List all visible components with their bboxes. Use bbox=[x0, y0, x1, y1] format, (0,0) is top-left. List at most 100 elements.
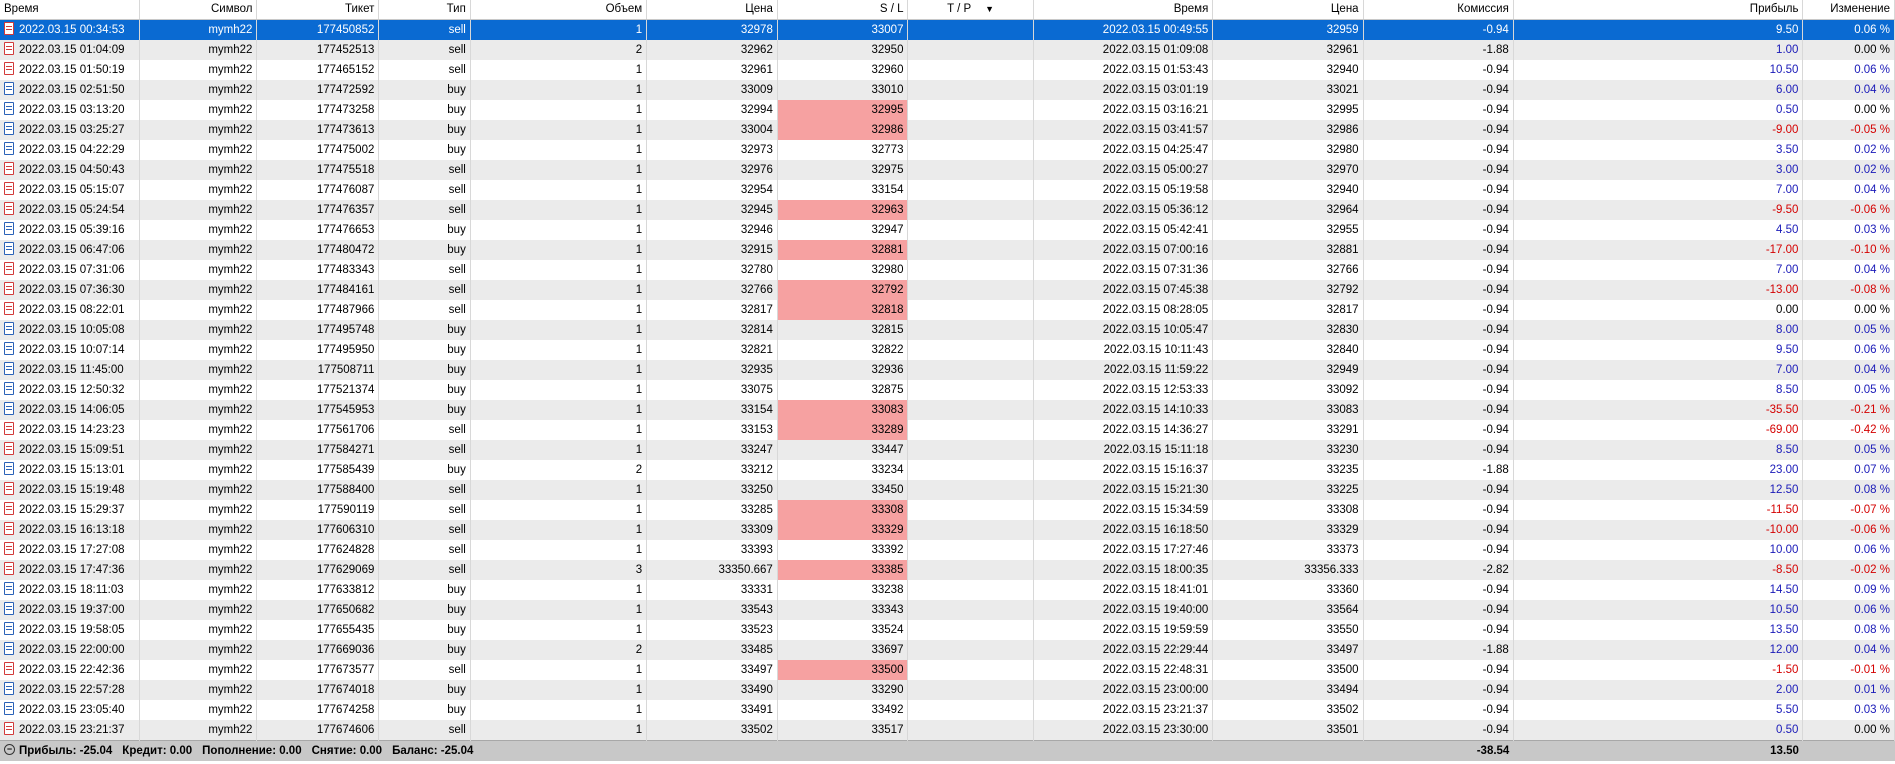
table-row[interactable]: 2022.03.15 00:34:53 mymh22 177450852 sell 1 3… bbox=[0, 19, 1895, 40]
table-row[interactable]: 2022.03.15 10:05:08 mymh22 177495748 buy 1 32… bbox=[0, 320, 1895, 340]
table-row[interactable]: 2022.03.15 15:19:48 mymh22 177588400 sell 1 3… bbox=[0, 480, 1895, 500]
table-row[interactable]: 2022.03.15 01:04:09 mymh22 177452513 sell 2 3… bbox=[0, 40, 1895, 60]
col-open-time[interactable]: Время bbox=[0, 0, 140, 20]
cell-volume: 1 bbox=[470, 600, 648, 620]
cell-close-time: 2022.03.15 05:36:12 bbox=[1033, 200, 1214, 220]
cell-open-time: 2022.03.15 17:47:36 bbox=[0, 560, 140, 580]
table-row[interactable]: 2022.03.15 15:29:37 mymh22 177590119 sell 1 3… bbox=[0, 500, 1895, 520]
cell-close-time: 2022.03.15 15:21:30 bbox=[1033, 480, 1214, 500]
table-row[interactable]: 2022.03.15 22:57:28 mymh22 177674018 buy 1 33… bbox=[0, 680, 1895, 700]
cell-commission: -0.94 bbox=[1363, 180, 1514, 200]
cell-type: buy bbox=[378, 460, 471, 480]
document-icon bbox=[4, 602, 14, 616]
cell-ticket: 177473258 bbox=[256, 100, 380, 120]
cell-close-time: 2022.03.15 11:59:22 bbox=[1033, 360, 1214, 380]
cell-ticket: 177487966 bbox=[256, 300, 380, 320]
table-row[interactable]: 2022.03.15 17:47:36 mymh22 177629069 sell 3 3… bbox=[0, 560, 1895, 580]
col-tp-label: T / P bbox=[947, 3, 972, 15]
table-row[interactable]: 2022.03.15 14:23:23 mymh22 177561706 sell 1 3… bbox=[0, 420, 1895, 440]
cell-change: 0.04 % bbox=[1802, 260, 1895, 280]
table-row[interactable]: 2022.03.15 08:22:01 mymh22 177487966 sell 1 3… bbox=[0, 300, 1895, 320]
col-commission[interactable]: Комиссия bbox=[1363, 0, 1514, 20]
cell-commission: -0.94 bbox=[1363, 660, 1514, 680]
col-change[interactable]: Изменение bbox=[1802, 0, 1895, 20]
document-icon bbox=[4, 262, 14, 276]
table-row[interactable]: 2022.03.15 22:00:00 mymh22 177669036 buy 2 33… bbox=[0, 640, 1895, 660]
table-row[interactable]: 2022.03.15 03:13:20 mymh22 177473258 buy 1 32… bbox=[0, 100, 1895, 120]
col-type[interactable]: Тип bbox=[378, 0, 471, 20]
open-time-text: 2022.03.15 16:13:18 bbox=[19, 524, 125, 536]
summary-withdrawal: Снятие: 0.00 bbox=[311, 745, 383, 757]
cell-change: -0.05 % bbox=[1802, 120, 1895, 140]
cell-close-price: 33564 bbox=[1212, 600, 1364, 620]
cell-sl: 32950 bbox=[777, 40, 909, 60]
cell-open-price: 32814 bbox=[646, 320, 778, 340]
table-row[interactable]: 2022.03.15 07:31:06 mymh22 177483343 sell 1 3… bbox=[0, 260, 1895, 280]
col-volume[interactable]: Объем bbox=[470, 0, 648, 20]
col-symbol[interactable]: Символ bbox=[139, 0, 258, 20]
table-row[interactable]: 2022.03.15 14:06:05 mymh22 177545953 buy 1 33… bbox=[0, 400, 1895, 420]
cell-type: buy bbox=[378, 400, 471, 420]
col-open-price[interactable]: Цена bbox=[646, 0, 778, 20]
col-ticket[interactable]: Тикет bbox=[256, 0, 380, 20]
cell-profit: 3.00 bbox=[1513, 160, 1804, 180]
table-row[interactable]: 2022.03.15 15:13:01 mymh22 177585439 buy 2 33… bbox=[0, 460, 1895, 480]
cell-symbol: mymh22 bbox=[139, 600, 258, 620]
cell-close-time: 2022.03.15 14:10:33 bbox=[1033, 400, 1214, 420]
open-time-text: 2022.03.15 17:47:36 bbox=[19, 564, 125, 576]
document-icon bbox=[4, 102, 14, 116]
cell-sl: 33524 bbox=[777, 620, 909, 640]
cell-tp bbox=[907, 260, 1034, 280]
table-row[interactable]: 2022.03.15 04:22:29 mymh22 177475002 buy 1 32… bbox=[0, 140, 1895, 160]
cell-ticket: 177495748 bbox=[256, 320, 380, 340]
table-row[interactable]: 2022.03.15 11:45:00 mymh22 177508711 buy 1 32… bbox=[0, 360, 1895, 380]
open-time-text: 2022.03.15 19:58:05 bbox=[19, 624, 125, 636]
cell-commission: -0.94 bbox=[1363, 19, 1514, 40]
table-row[interactable]: 2022.03.15 23:05:40 mymh22 177674258 buy 1 33… bbox=[0, 700, 1895, 720]
cell-ticket: 177484161 bbox=[256, 280, 380, 300]
cell-ticket: 177674606 bbox=[256, 720, 380, 741]
cell-close-price: 32961 bbox=[1212, 40, 1364, 60]
col-close-time[interactable]: Время bbox=[1033, 0, 1214, 20]
table-row[interactable]: 2022.03.15 12:50:32 mymh22 177521374 buy 1 33… bbox=[0, 380, 1895, 400]
table-row[interactable]: 2022.03.15 05:24:54 mymh22 177476357 sell 1 3… bbox=[0, 200, 1895, 220]
cell-type: sell bbox=[378, 260, 471, 280]
cell-open-price: 33523 bbox=[646, 620, 778, 640]
cell-sl: 33289 bbox=[777, 420, 909, 440]
table-row[interactable]: 2022.03.15 18:11:03 mymh22 177633812 buy 1 33… bbox=[0, 580, 1895, 600]
table-row[interactable]: 2022.03.15 06:47:06 mymh22 177480472 buy 1 32… bbox=[0, 240, 1895, 260]
cell-change: 0.04 % bbox=[1802, 80, 1895, 100]
table-row[interactable]: 2022.03.15 15:09:51 mymh22 177584271 sell 1 3… bbox=[0, 440, 1895, 460]
table-row[interactable]: 2022.03.15 07:36:30 mymh22 177484161 sell 1 3… bbox=[0, 280, 1895, 300]
table-row[interactable]: 2022.03.15 04:50:43 mymh22 177475518 sell 1 3… bbox=[0, 160, 1895, 180]
table-row[interactable]: 2022.03.15 19:58:05 mymh22 177655435 buy 1 33… bbox=[0, 620, 1895, 640]
col-close-price[interactable]: Цена bbox=[1212, 0, 1364, 20]
table-row[interactable]: 2022.03.15 17:27:08 mymh22 177624828 sell 1 3… bbox=[0, 540, 1895, 560]
table-row[interactable]: 2022.03.15 19:37:00 mymh22 177650682 buy 1 33… bbox=[0, 600, 1895, 620]
open-time-text: 2022.03.15 01:04:09 bbox=[19, 44, 125, 56]
cell-type: buy bbox=[378, 340, 471, 360]
collapse-minus-icon[interactable]: − bbox=[4, 744, 15, 756]
cell-volume: 1 bbox=[470, 340, 648, 360]
col-profit[interactable]: Прибыль bbox=[1513, 0, 1804, 20]
cell-type: buy bbox=[378, 320, 471, 340]
cell-close-price: 32881 bbox=[1212, 240, 1364, 260]
cell-sl: 32875 bbox=[777, 380, 909, 400]
cell-type: sell bbox=[378, 540, 471, 560]
table-row[interactable]: 2022.03.15 10:07:14 mymh22 177495950 buy 1 32… bbox=[0, 340, 1895, 360]
cell-open-price: 33485 bbox=[646, 640, 778, 660]
cell-sl: 33517 bbox=[777, 720, 909, 741]
table-row[interactable]: 2022.03.15 16:13:18 mymh22 177606310 sell 1 3… bbox=[0, 520, 1895, 540]
cell-close-time: 2022.03.15 10:05:47 bbox=[1033, 320, 1214, 340]
table-row[interactable]: 2022.03.15 01:50:19 mymh22 177465152 sell 1 3… bbox=[0, 60, 1895, 80]
table-row[interactable]: 2022.03.15 05:39:16 mymh22 177476653 buy 1 32… bbox=[0, 220, 1895, 240]
table-row[interactable]: 2022.03.15 05:15:07 mymh22 177476087 sell 1 3… bbox=[0, 180, 1895, 200]
cell-change: 0.03 % bbox=[1802, 220, 1895, 240]
cell-close-time: 2022.03.15 00:49:55 bbox=[1033, 19, 1214, 40]
col-sl[interactable]: S / L bbox=[777, 0, 909, 20]
table-row[interactable]: 2022.03.15 23:21:37 mymh22 177674606 sell 1 3… bbox=[0, 720, 1895, 741]
table-row[interactable]: 2022.03.15 22:42:36 mymh22 177673577 sell 1 3… bbox=[0, 660, 1895, 680]
col-tp[interactable]: T / P ▼ bbox=[907, 0, 1034, 20]
table-row[interactable]: 2022.03.15 03:25:27 mymh22 177473613 buy 1 33… bbox=[0, 120, 1895, 140]
table-row[interactable]: 2022.03.15 02:51:50 mymh22 177472592 buy 1 33… bbox=[0, 80, 1895, 100]
